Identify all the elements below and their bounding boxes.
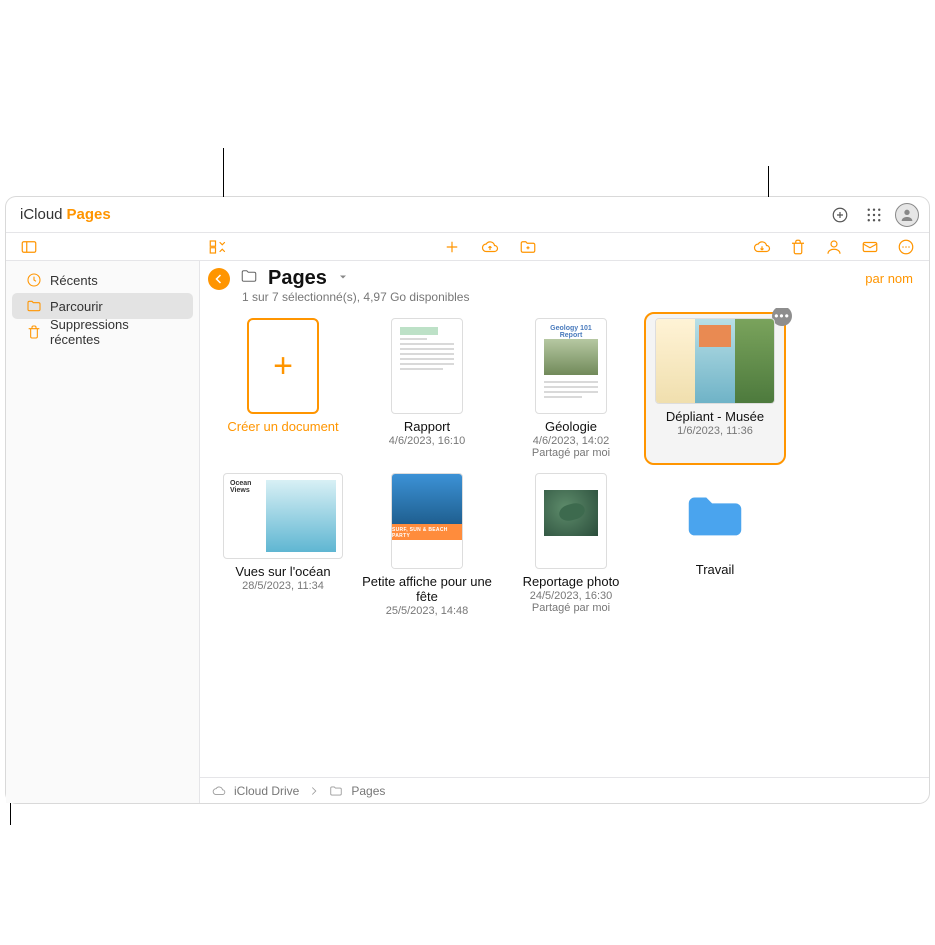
- account-icon: [899, 207, 915, 223]
- chevron-left-icon: [213, 273, 225, 285]
- sidebar-item-label: Récents: [50, 273, 98, 288]
- document-shared-label: Partagé par moi: [532, 602, 610, 614]
- delete-button[interactable]: [785, 234, 811, 260]
- grid-sort-icon: [208, 238, 226, 256]
- location-menu-button[interactable]: [337, 270, 349, 288]
- plus-circle-icon: [831, 206, 849, 224]
- document-tile[interactable]: SURF, SUN & BEACH PARTY Petite affiche po…: [358, 469, 496, 621]
- document-thumbnail: Geology 101 Report: [535, 318, 607, 414]
- create-button[interactable]: [827, 202, 853, 228]
- document-title: Reportage photo: [523, 575, 620, 590]
- sidebar-item-recents[interactable]: Récents: [12, 267, 193, 293]
- sidebar-item-recently-deleted[interactable]: Suppressions récentes: [12, 319, 193, 345]
- sidebar-item-label: Parcourir: [50, 299, 103, 314]
- document-meta: 4/6/2023, 14:02: [533, 435, 609, 447]
- share-mail-button[interactable]: [857, 234, 883, 260]
- brand[interactable]: iCloud Pages: [16, 206, 111, 223]
- breadcrumb-root[interactable]: iCloud Drive: [234, 784, 299, 798]
- document-thumbnail: OceanViews: [223, 473, 343, 559]
- apps-grid-icon: [865, 206, 883, 224]
- breadcrumb-leaf[interactable]: Pages: [351, 784, 385, 798]
- more-icon: [897, 238, 915, 256]
- sidebar-item-browse[interactable]: Parcourir: [12, 293, 193, 319]
- breadcrumb: iCloud Drive Pages: [200, 777, 929, 803]
- download-button[interactable]: [749, 234, 775, 260]
- document-meta: 28/5/2023, 11:34: [242, 580, 324, 592]
- back-button[interactable]: [208, 268, 230, 290]
- mail-icon: [861, 238, 879, 256]
- location-title: Pages: [268, 267, 327, 290]
- document-title: Dépliant - Musée: [666, 410, 764, 425]
- plus-icon: [443, 238, 461, 256]
- document-tile[interactable]: Travail: [646, 469, 784, 621]
- brand-app: Pages: [67, 206, 111, 223]
- folder-icon: [673, 473, 757, 557]
- add-button[interactable]: [439, 234, 465, 260]
- tile-more-button[interactable]: •••: [772, 308, 792, 326]
- people-icon: [825, 238, 843, 256]
- brand-icloud: iCloud: [20, 206, 63, 223]
- document-shared-label: Partagé par moi: [532, 447, 610, 459]
- trash-icon: [789, 238, 807, 256]
- trash-icon: [26, 324, 42, 340]
- collaborate-button[interactable]: [821, 234, 847, 260]
- chevron-right-icon: [307, 784, 321, 798]
- more-button[interactable]: [893, 234, 919, 260]
- document-tile[interactable]: Geology 101 Report Géologie4/6/2023, 14:0…: [502, 314, 640, 463]
- cloud-download-icon: [753, 238, 771, 256]
- sidebar-icon: [20, 238, 38, 256]
- document-title: Vues sur l'océan: [235, 565, 330, 580]
- sidebar-item-label: Suppressions récentes: [50, 317, 179, 347]
- selection-status: 1 sur 7 sélectionné(s), 4,97 Go disponib…: [200, 290, 929, 308]
- document-tile[interactable]: •••Dépliant - Musée1/6/2023, 11:36: [646, 314, 784, 463]
- clock-icon: [26, 272, 42, 288]
- titlebar: iCloud Pages: [6, 197, 929, 233]
- folder-icon: [240, 267, 258, 290]
- document-thumbnail: [535, 473, 607, 569]
- document-tile[interactable]: OceanViews Vues sur l'océan28/5/2023, 11:…: [214, 469, 352, 621]
- toggle-sidebar-button[interactable]: [16, 234, 42, 260]
- create-document-label: Créer un document: [227, 420, 338, 435]
- document-tile[interactable]: Rapport4/6/2023, 16:10: [358, 314, 496, 463]
- view-mode-button[interactable]: [204, 234, 230, 260]
- apps-button[interactable]: [861, 202, 887, 228]
- location-header: Pages par nom: [200, 261, 929, 290]
- document-meta: 25/5/2023, 14:48: [386, 605, 469, 617]
- document-meta: 24/5/2023, 16:30: [530, 590, 613, 602]
- document-title: Petite affiche pour une fête: [362, 575, 492, 605]
- sort-button[interactable]: par nom: [865, 271, 913, 286]
- app-window: iCloud Pages: [6, 197, 929, 803]
- document-tile[interactable]: Reportage photo24/5/2023, 16:30Partagé p…: [502, 469, 640, 621]
- document-meta: 4/6/2023, 16:10: [389, 435, 465, 447]
- document-thumbnail: SURF, SUN & BEACH PARTY: [391, 473, 463, 569]
- plus-icon: +: [247, 318, 319, 414]
- account-button[interactable]: [895, 203, 919, 227]
- cloud-icon: [212, 784, 226, 798]
- cloud-upload-icon: [481, 238, 499, 256]
- document-thumbnail: [655, 318, 775, 404]
- documents-grid: + Créer un document Rapport4/6/2023, 16:10…: [200, 308, 929, 777]
- toolbar: [6, 233, 929, 261]
- folder-icon: [26, 298, 42, 314]
- chevron-down-icon: [337, 271, 349, 283]
- document-title: Rapport: [404, 420, 450, 435]
- content-area: Pages par nom 1 sur 7 sélectionné(s), 4,…: [200, 261, 929, 803]
- new-folder-button[interactable]: [515, 234, 541, 260]
- document-thumbnail: [391, 318, 463, 414]
- document-title: Géologie: [545, 420, 597, 435]
- folder-icon: [329, 784, 343, 798]
- create-document-tile[interactable]: + Créer un document: [214, 314, 352, 463]
- new-folder-icon: [519, 238, 537, 256]
- upload-button[interactable]: [477, 234, 503, 260]
- sidebar: Récents Parcourir Suppressions récentes: [6, 261, 200, 803]
- document-meta: 1/6/2023, 11:36: [677, 425, 753, 437]
- document-title: Travail: [696, 563, 735, 578]
